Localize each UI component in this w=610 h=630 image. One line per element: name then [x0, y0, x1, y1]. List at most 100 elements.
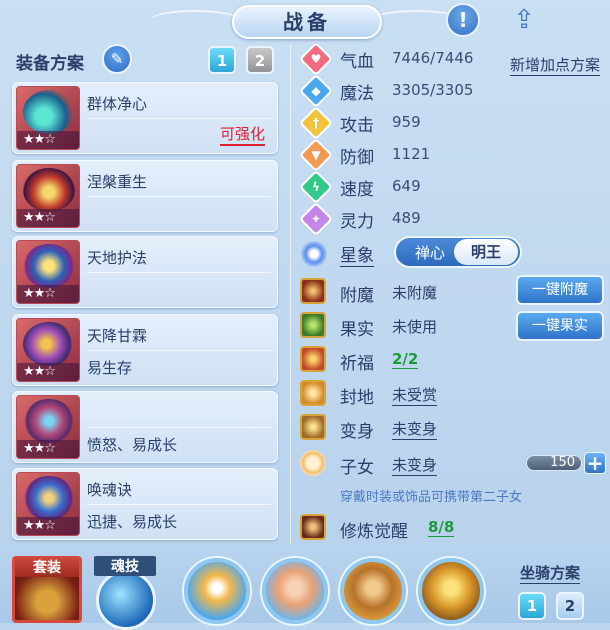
skill-card[interactable]: ★★☆ 涅槃重生 — [12, 160, 278, 232]
stat-speed: ϟ 速度 649 — [299, 170, 600, 204]
skill-card[interactable]: ★★☆ 天地护法 — [12, 236, 278, 308]
equipment-panel: 装备方案 ✎ 1 2 ★★☆ 群体净心 可强化 ★★☆ 涅槃重生 ★★☆ 天地护… — [8, 44, 284, 542]
stat-value: 959 — [392, 113, 421, 131]
awakening-icon — [300, 514, 326, 540]
page-title: 战备 — [232, 5, 382, 39]
skill-name: 唤魂诀 — [87, 481, 133, 499]
star-rating: ★★☆ — [17, 209, 79, 227]
plan-tab-1[interactable]: 1 — [208, 46, 236, 74]
enhance-link[interactable]: 可强化 — [219, 123, 265, 146]
stat-label: 防御 — [340, 148, 374, 168]
stat-attack: † 攻击 959 — [299, 106, 600, 140]
row-label: 封地 — [340, 388, 374, 408]
attribute-panel: ♥ 气血 7446/7446 新增加点方案 ◆ 魔法 3305/3305 † 攻… — [294, 40, 606, 545]
mount-tab-2[interactable]: 2 — [556, 592, 584, 620]
skill-icon-guardian: ★★☆ — [16, 240, 80, 304]
suit-button[interactable]: 套装 — [12, 556, 82, 623]
skill-icon-soul-call: ★★☆ — [16, 472, 80, 536]
star-sign-toggle[interactable]: 禅心 明王 — [394, 236, 522, 268]
divider — [87, 427, 271, 428]
passive-skill-4-icon[interactable] — [418, 558, 484, 624]
soul-skill-label: 魂技 — [94, 556, 156, 576]
skill-card[interactable]: ★★☆ 天降甘霖 易生存 — [12, 314, 278, 386]
mount-plan-label[interactable]: 坐骑方案 — [520, 562, 581, 584]
skill-card[interactable]: ★★☆ 唤魂诀 迅捷、易成长 — [12, 468, 278, 540]
plan-tab-2[interactable]: 2 — [246, 46, 274, 74]
stat-label: 魔法 — [340, 84, 374, 104]
awakening-row: 修炼觉醒 8/8 — [300, 514, 600, 542]
row-label: 变身 — [340, 422, 374, 442]
row-label: 子女 — [340, 458, 374, 478]
passive-skill-2-icon[interactable] — [262, 558, 328, 624]
toggle-option-chanxin[interactable]: 禅心 — [404, 242, 456, 263]
fief-icon — [300, 380, 326, 406]
mount-tab-1[interactable]: 1 — [518, 592, 546, 620]
battle-prep-panel: 战备 ! ⇪ 装备方案 ✎ 1 2 ★★☆ 群体净心 可强化 ★★☆ 涅槃重生 — [0, 0, 610, 630]
stat-value: 649 — [392, 177, 421, 195]
share-icon: ⇪ — [513, 5, 535, 35]
stat-value: 7446/7446 — [392, 49, 474, 67]
row-value: 未附魔 — [392, 284, 438, 302]
row-value[interactable]: 未变身 — [392, 418, 438, 440]
divider — [87, 272, 271, 273]
skill-icon-rain: ★★☆ — [16, 318, 80, 382]
soul-skill-icon — [96, 570, 156, 630]
share-button[interactable]: ⇪ — [506, 4, 542, 36]
transform-icon — [300, 414, 326, 440]
row-label: 附魔 — [340, 286, 374, 306]
row-label: 修炼觉醒 — [340, 522, 408, 542]
divider — [87, 196, 271, 197]
one-click-enchant-button[interactable]: 一键附魔 — [516, 275, 604, 305]
stat-label: 攻击 — [340, 116, 374, 136]
edit-plan-button[interactable]: ✎ — [102, 44, 132, 74]
row-value[interactable]: 未变身 — [392, 454, 438, 476]
row-value: 8/8 — [428, 518, 455, 537]
skill-traits: 愤怒、易成长 — [87, 436, 178, 454]
stat-label: 灵力 — [340, 212, 374, 232]
row-value[interactable]: 未受赏 — [392, 384, 438, 406]
divider — [87, 118, 271, 119]
passive-skill-3-icon[interactable] — [340, 558, 406, 624]
skill-traits: 易生存 — [87, 359, 133, 377]
stat-label: 速度 — [340, 180, 374, 200]
plus-button[interactable]: + — [584, 452, 606, 474]
divider — [87, 350, 271, 351]
soul-skill-button[interactable]: 魂技 — [94, 556, 158, 630]
transform-row: 变身 未变身 — [300, 414, 600, 442]
star-rating: ★★☆ — [17, 363, 79, 381]
row-value: 未使用 — [392, 318, 438, 336]
one-click-fruit-button[interactable]: 一键果实 — [516, 311, 604, 341]
divider — [87, 504, 271, 505]
stat-hp: ♥ 气血 7446/7446 新增加点方案 — [299, 42, 600, 76]
star-rating: ★★☆ — [17, 131, 79, 149]
blessing-row: 祈福 2/2 — [300, 346, 600, 374]
stat-defense: ▼ 防御 1121 — [299, 138, 600, 172]
stat-mp: ◆ 魔法 3305/3305 — [299, 74, 600, 108]
skill-name: 天降甘霖 — [87, 327, 148, 345]
skill-card[interactable]: ★★☆ 群体净心 可强化 — [12, 82, 278, 154]
passive-skill-1-icon[interactable] — [184, 558, 250, 624]
title-ornament-left — [150, 10, 240, 30]
fruit-icon — [300, 312, 326, 338]
info-button[interactable]: ! — [446, 3, 480, 37]
star-sign-icon — [301, 241, 327, 267]
skill-name: 群体净心 — [87, 95, 148, 113]
star-sign-label[interactable]: 星象 — [340, 241, 374, 267]
child-icon — [300, 450, 326, 476]
toggle-option-mingwang[interactable]: 明王 — [454, 239, 518, 265]
child-level-bar[interactable]: 150 — [526, 455, 582, 471]
panel-divider — [290, 44, 291, 544]
stat-value: 1121 — [392, 145, 431, 163]
skill-card[interactable]: ★★☆ 愤怒、易成长 — [12, 391, 278, 463]
add-point-plan-link[interactable]: 新增加点方案 — [510, 54, 600, 76]
plus-icon: + — [586, 451, 604, 475]
fief-row: 封地 未受赏 — [300, 380, 600, 408]
row-label: 果实 — [340, 320, 374, 340]
skill-name: 天地护法 — [87, 249, 148, 267]
skill-name: 涅槃重生 — [87, 173, 148, 191]
stat-label: 气血 — [340, 52, 374, 72]
row-value: 2/2 — [392, 350, 419, 369]
stat-value: 3305/3305 — [392, 81, 474, 99]
skill-icon-purify: ★★☆ — [16, 86, 80, 150]
exclamation-icon: ! — [458, 8, 468, 32]
